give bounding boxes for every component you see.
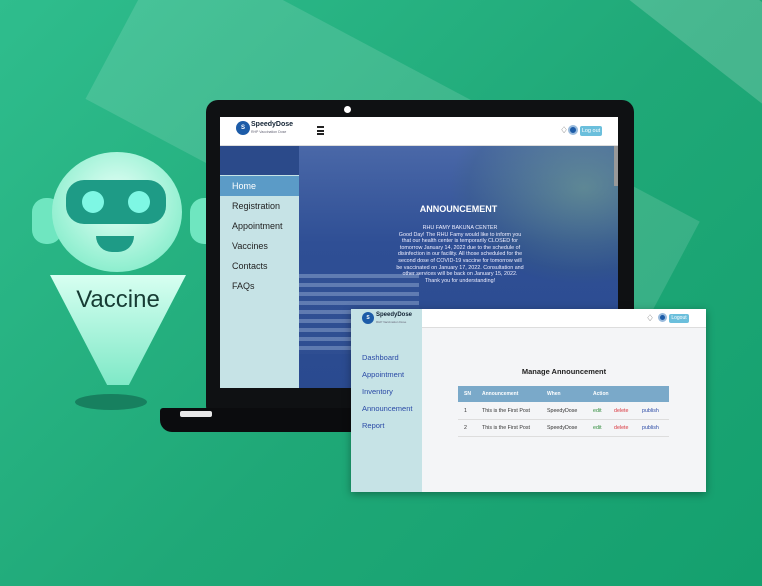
admin-bell-icon[interactable]: ♢ <box>646 313 654 324</box>
robot-eye-right <box>128 191 150 213</box>
publish-link[interactable]: publish <box>642 425 659 431</box>
admin-nav-inventory[interactable]: Inventory <box>362 387 393 396</box>
scrollbar[interactable] <box>614 146 618 186</box>
robot-shadow <box>75 394 147 410</box>
announcement-heading: RHU FAMY BAKUNA CENTER <box>422 225 498 231</box>
admin-logout-button[interactable]: Logout <box>669 314 689 323</box>
site-logo-tagline: RHP Vaccination Dose <box>251 130 287 134</box>
nav-appointment[interactable]: Appointment <box>220 216 299 236</box>
announcement-thanks: Thank you for understanding! <box>424 277 496 284</box>
admin-nav-dashboard[interactable]: Dashboard <box>362 353 399 362</box>
menu-icon[interactable] <box>317 126 324 135</box>
page-title: Manage Announcement <box>521 367 607 376</box>
robot-visor <box>66 180 166 224</box>
delete-link[interactable]: delete <box>614 425 628 431</box>
col-sn: SN <box>464 391 471 397</box>
admin-nav-announcement[interactable]: Announcement <box>362 404 412 413</box>
admin-logo-tagline: RHP Vaccination Dose <box>376 320 407 324</box>
announcement-title: ANNOUNCEMENT <box>419 204 498 214</box>
avatar-icon[interactable] <box>568 125 578 135</box>
bell-icon[interactable]: ♢ <box>560 125 568 136</box>
admin-nav-report[interactable]: Report <box>362 421 385 430</box>
col-announcement: Announcement <box>482 391 519 397</box>
cell-announcement: This is the First Post <box>482 408 530 414</box>
cell-when: SpeedyDose <box>547 408 578 414</box>
robot-eye-left <box>82 191 104 213</box>
delete-link[interactable]: delete <box>614 408 628 414</box>
admin-sidebar: S SpeedyDose RHP Vaccination Dose Dashbo… <box>351 309 422 492</box>
admin-panel: S SpeedyDose RHP Vaccination Dose Dashbo… <box>351 309 706 492</box>
cell-sn: 1 <box>464 408 467 414</box>
table-row: 1 This is the First Post SpeedyDose edit… <box>458 403 669 420</box>
edit-link[interactable]: edit <box>593 408 602 414</box>
admin-nav-appointment[interactable]: Appointment <box>362 370 404 379</box>
edit-link[interactable]: edit <box>593 425 602 431</box>
robot-label: Vaccine <box>76 286 160 313</box>
laptop-notch <box>180 411 212 417</box>
publish-link[interactable]: publish <box>642 408 659 414</box>
announcement-body: RHU FAMY BAKUNA CENTER Good Day! The RHU… <box>395 225 525 284</box>
site-sidebar: Home Registration Appointment Vaccines C… <box>220 175 299 388</box>
nav-contacts[interactable]: Contacts <box>220 256 299 276</box>
logo-icon[interactable]: S <box>236 121 250 135</box>
logout-button[interactable]: Log out <box>580 126 602 136</box>
robot-illustration: Vaccine <box>30 150 220 420</box>
site-logo-name[interactable]: SpeedyDose <box>251 121 293 128</box>
cell-when: SpeedyDose <box>547 425 578 431</box>
col-action: Action <box>593 391 609 397</box>
announcement-text: Good Day! The RHU Famy would like to inf… <box>396 231 524 278</box>
nav-faqs[interactable]: FAQs <box>220 276 299 296</box>
cell-sn: 2 <box>464 425 467 431</box>
table-row: 2 This is the First Post SpeedyDose edit… <box>458 420 669 437</box>
col-when: When <box>547 391 561 397</box>
site-header: S SpeedyDose RHP Vaccination Dose ♢ Log … <box>220 117 618 146</box>
table-header: SN Announcement When Action <box>458 386 669 402</box>
laptop-camera <box>344 106 351 113</box>
cell-announcement: This is the First Post <box>482 425 530 431</box>
admin-logo-icon[interactable]: S <box>362 312 374 324</box>
nav-registration[interactable]: Registration <box>220 196 299 216</box>
nav-vaccines[interactable]: Vaccines <box>220 236 299 256</box>
admin-logo-name[interactable]: SpeedyDose <box>376 312 412 318</box>
admin-header: ♢ Logout <box>422 309 706 328</box>
admin-avatar-icon[interactable] <box>658 313 667 322</box>
nav-home[interactable]: Home <box>220 176 299 196</box>
